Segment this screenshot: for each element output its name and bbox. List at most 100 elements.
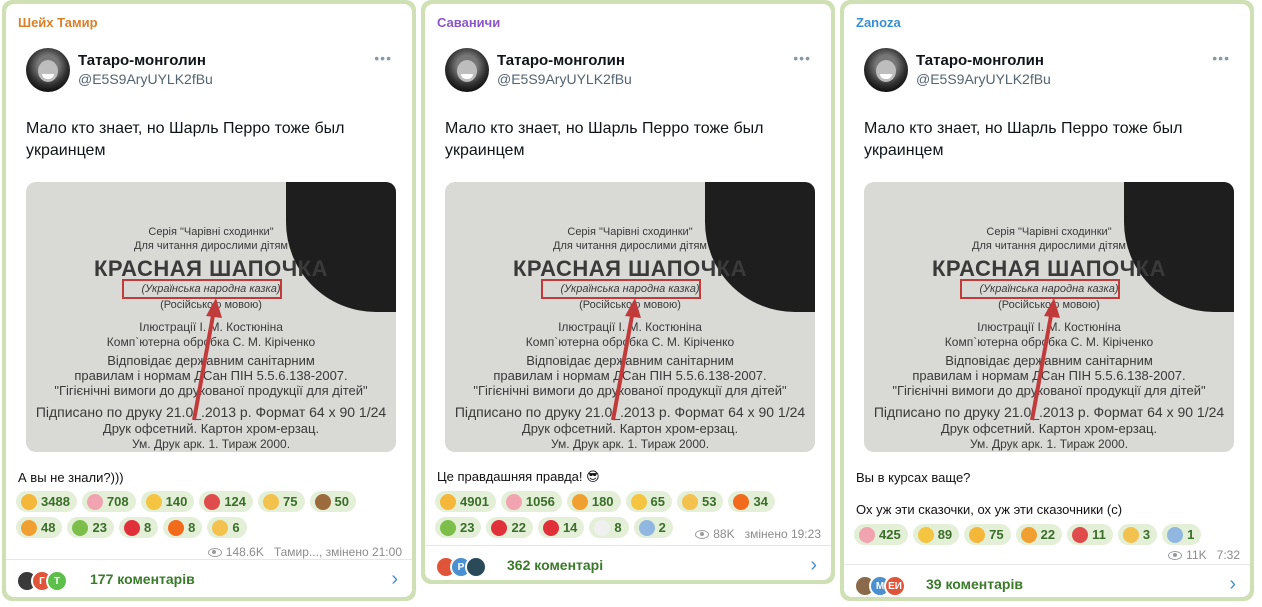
- reaction-count: 1: [1187, 527, 1195, 542]
- embedded-tweet: Татаро-монголин @E5S9AryUYLK2fBu ••• Мал…: [864, 46, 1230, 162]
- reaction-count: 23: [92, 520, 107, 535]
- reaction-button[interactable]: 23: [67, 517, 114, 538]
- reaction-button[interactable]: 1056: [500, 491, 562, 512]
- reaction-count: 11: [1092, 527, 1106, 542]
- eye-icon: [207, 547, 222, 557]
- reaction-count: 124: [224, 494, 247, 509]
- comments-count[interactable]: 39 коментарів: [926, 576, 1023, 592]
- channel-name[interactable]: Zanoza: [856, 15, 901, 30]
- post-panel-2: Саваничи Татаро-монголин @E5S9AryUYLK2fB…: [421, 0, 835, 584]
- pig-emoji: [859, 526, 875, 543]
- avatar: Т: [46, 570, 68, 592]
- book-photo[interactable]: Серія "Чарівні сходинки" Для читання диро…: [26, 182, 396, 452]
- commenter-avatars: M ЕИ: [854, 575, 906, 597]
- hundred-emoji: [491, 519, 508, 536]
- view-count: 11K: [1186, 548, 1207, 562]
- reaction-button[interactable]: 425: [854, 524, 908, 545]
- reaction-button[interactable]: 48: [16, 517, 63, 538]
- tweet-text: Мало кто знает, но Шарль Перро тоже был …: [26, 120, 345, 159]
- reaction-button[interactable]: 75: [258, 491, 305, 512]
- reaction-button[interactable]: 22: [1015, 524, 1063, 545]
- reaction-button[interactable]: 3488: [16, 491, 77, 512]
- reaction-button[interactable]: 8: [118, 517, 159, 538]
- chevron-right-icon[interactable]: ›: [1229, 573, 1236, 596]
- thumbs-down-emoji: [212, 519, 229, 536]
- reaction-count: 22: [1040, 527, 1056, 542]
- channel-name[interactable]: Саваничи: [437, 15, 500, 30]
- reaction-count: 8: [614, 520, 622, 535]
- reaction-count: 3: [1142, 527, 1151, 542]
- vomit-emoji: [440, 519, 456, 536]
- reaction-count: 8: [188, 520, 196, 535]
- reaction-button[interactable]: 34: [728, 491, 775, 512]
- red-arrow-icon: [1030, 298, 1060, 421]
- post-meta: 88K змінено 19:23: [695, 527, 821, 541]
- reaction-count: 48: [41, 520, 56, 535]
- see-no-evil-emoji: [314, 493, 331, 510]
- scream-emoji: [1167, 526, 1184, 543]
- post-caption: Вы в курсах ваще?: [856, 470, 971, 485]
- reaction-button[interactable]: 65: [625, 491, 673, 512]
- reaction-button[interactable]: 3: [1117, 524, 1158, 545]
- more-options-icon[interactable]: •••: [793, 50, 811, 66]
- red-arrow-icon: [611, 298, 641, 421]
- eyes-emoji: [594, 519, 611, 536]
- rofl-emoji: [21, 493, 37, 510]
- scream-emoji: [638, 519, 655, 536]
- comments-bar[interactable]: M ЕИ 39 коментарів ›: [844, 564, 1250, 597]
- eye-icon: [695, 529, 710, 539]
- reaction-button[interactable]: 23: [435, 517, 482, 538]
- reaction-button[interactable]: 2: [633, 517, 673, 538]
- reaction-button[interactable]: 75: [964, 524, 1011, 545]
- chevron-right-icon[interactable]: ›: [391, 568, 398, 591]
- post-panel-3: Zanoza Татаро-монголин @E5S9AryUYLK2fBu …: [840, 0, 1254, 601]
- tweet-avatar: [26, 48, 70, 92]
- post-time: 7:32: [1216, 548, 1240, 562]
- more-options-icon[interactable]: •••: [374, 50, 392, 66]
- reaction-button[interactable]: 14: [537, 517, 585, 538]
- tweet-avatar: [864, 48, 908, 92]
- commenter-avatars: P: [435, 556, 487, 578]
- reaction-count: 6: [232, 520, 240, 535]
- reaction-count: 22: [511, 520, 526, 535]
- post-meta: 11K 7:32: [1168, 548, 1240, 562]
- reaction-button[interactable]: 50: [309, 491, 356, 512]
- reaction-button[interactable]: 89: [912, 524, 960, 545]
- post-time: змінено 19:23: [744, 527, 821, 541]
- reaction-button[interactable]: 124: [199, 491, 254, 512]
- reaction-button[interactable]: 8: [163, 517, 203, 538]
- reaction-button[interactable]: 180: [566, 491, 621, 512]
- comments-count[interactable]: 177 коментарів: [90, 571, 195, 587]
- tweet-author-name: Татаро-монголин: [916, 52, 1044, 69]
- reaction-button[interactable]: 1: [1162, 524, 1202, 545]
- reaction-count: 23: [460, 520, 475, 535]
- reaction-button[interactable]: 140: [140, 491, 195, 512]
- comments-bar[interactable]: P 362 коментарі ›: [425, 545, 831, 580]
- comments-bar[interactable]: ГТ 177 коментарів ›: [6, 559, 412, 597]
- more-options-icon[interactable]: •••: [1212, 50, 1230, 66]
- reaction-button[interactable]: 22: [486, 517, 533, 538]
- channel-name[interactable]: Шейх Тамир: [18, 15, 98, 30]
- reaction-button[interactable]: 53: [677, 491, 724, 512]
- reaction-button[interactable]: 6: [207, 517, 247, 538]
- thumbs-up-emoji: [1122, 526, 1139, 543]
- grin-emoji: [145, 493, 162, 510]
- book-photo[interactable]: Серія "Чарівні сходинки" Для читання диро…: [445, 182, 815, 452]
- post-card: Zanoza Татаро-монголин @E5S9AryUYLK2fBu …: [844, 4, 1250, 597]
- vomit-emoji: [72, 519, 89, 536]
- view-count: 88K: [713, 527, 735, 541]
- post-caption: А вы не знали?))): [18, 470, 124, 485]
- reaction-count: 8: [143, 520, 152, 535]
- reaction-count: 2: [658, 520, 666, 535]
- comments-count[interactable]: 362 коментарі: [507, 557, 603, 573]
- reaction-count: 3488: [41, 494, 70, 509]
- post-caption: Це правдашняя правда! 😎: [437, 469, 600, 484]
- chevron-right-icon[interactable]: ›: [810, 554, 817, 577]
- reaction-button[interactable]: 4901: [435, 491, 496, 512]
- book-photo[interactable]: Серія "Чарівні сходинки" Для читання диро…: [864, 182, 1234, 452]
- pig-emoji: [86, 493, 103, 510]
- reaction-button[interactable]: 8: [589, 517, 629, 538]
- tweet-author-handle: @E5S9AryUYLK2fBu: [78, 71, 213, 87]
- reaction-button[interactable]: 708: [81, 491, 136, 512]
- reaction-button[interactable]: 11: [1067, 524, 1113, 545]
